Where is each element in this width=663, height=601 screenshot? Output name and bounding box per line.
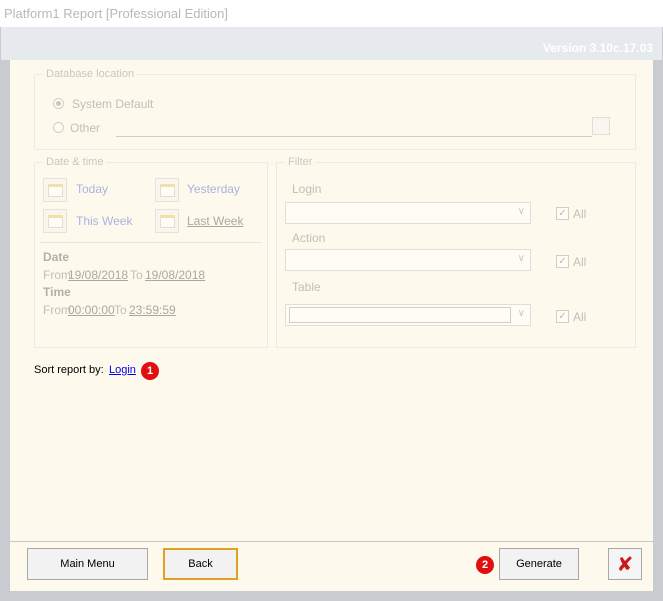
login-filter-dropdown[interactable]: ∨ <box>285 202 531 224</box>
table-filter-dropdown[interactable]: ∨ <box>285 304 531 326</box>
date-from-value[interactable]: 19/08/2018 <box>68 268 128 282</box>
folder-open-icon[interactable] <box>592 117 610 135</box>
table-all-label: All <box>573 310 587 324</box>
main-menu-button[interactable]: Main Menu <box>27 548 148 580</box>
other-radio[interactable] <box>53 122 64 133</box>
date-to-label: To <box>130 268 143 282</box>
date-divider <box>40 242 262 243</box>
login-all-label: All <box>573 207 587 221</box>
last-week-calendar-icon[interactable] <box>155 209 179 233</box>
today-calendar-icon[interactable] <box>43 178 67 202</box>
today-link[interactable]: Today <box>76 182 108 196</box>
this-week-calendar-icon[interactable] <box>43 209 67 233</box>
sort-label: Sort report by: <box>34 364 104 376</box>
database-location-legend: Database location <box>46 68 135 80</box>
generate-button[interactable]: Generate <box>499 548 579 580</box>
action-all-checkbox[interactable]: ✓ <box>556 255 569 268</box>
sort-login-link[interactable]: Login <box>109 364 136 376</box>
date-heading: Date <box>43 250 70 264</box>
table-all-checkbox[interactable]: ✓ <box>556 310 569 323</box>
last-week-link[interactable]: Last Week <box>187 214 243 228</box>
step-badge-2: 2 <box>476 556 494 574</box>
window-title: Platform1 Report [Professional Edition] <box>4 6 228 21</box>
date-from-label: From <box>43 268 71 282</box>
system-default-radio[interactable] <box>53 98 64 109</box>
other-label: Other <box>70 121 101 135</box>
chevron-down-icon: ∨ <box>517 253 525 264</box>
table-filter-label: Table <box>292 280 321 294</box>
step-badge-1: 1 <box>141 362 159 380</box>
date-time-legend: Date & time <box>46 156 104 168</box>
this-week-link[interactable]: This Week <box>76 214 132 228</box>
time-heading: Time <box>43 285 71 299</box>
yesterday-link[interactable]: Yesterday <box>187 182 240 196</box>
date-to-value[interactable]: 19/08/2018 <box>145 268 205 282</box>
close-icon: ✘ <box>616 552 634 576</box>
other-path-input[interactable] <box>116 120 592 137</box>
title-bar: Platform1 Report [Professional Edition] <box>0 0 663 27</box>
login-filter-label: Login <box>292 182 322 196</box>
action-all-label: All <box>573 255 587 269</box>
system-default-label: System Default <box>72 97 154 111</box>
login-all-checkbox[interactable]: ✓ <box>556 207 569 220</box>
table-filter-inner <box>289 307 511 323</box>
version-label: Version 3.10c.17.03 <box>542 41 653 55</box>
yesterday-calendar-icon[interactable] <box>155 178 179 202</box>
chevron-down-icon: ∨ <box>517 308 525 319</box>
time-from-value[interactable]: 00:00:00 <box>68 303 115 317</box>
time-to-value[interactable]: 23:59:59 <box>129 303 176 317</box>
time-to-label: To <box>114 303 127 317</box>
back-button[interactable]: Back <box>163 548 238 580</box>
action-filter-dropdown[interactable]: ∨ <box>285 249 531 271</box>
chevron-down-icon: ∨ <box>517 206 525 217</box>
action-filter-label: Action <box>292 231 326 245</box>
time-from-label: From <box>43 303 71 317</box>
close-button[interactable]: ✘ <box>608 548 642 580</box>
filter-legend: Filter <box>288 156 313 168</box>
